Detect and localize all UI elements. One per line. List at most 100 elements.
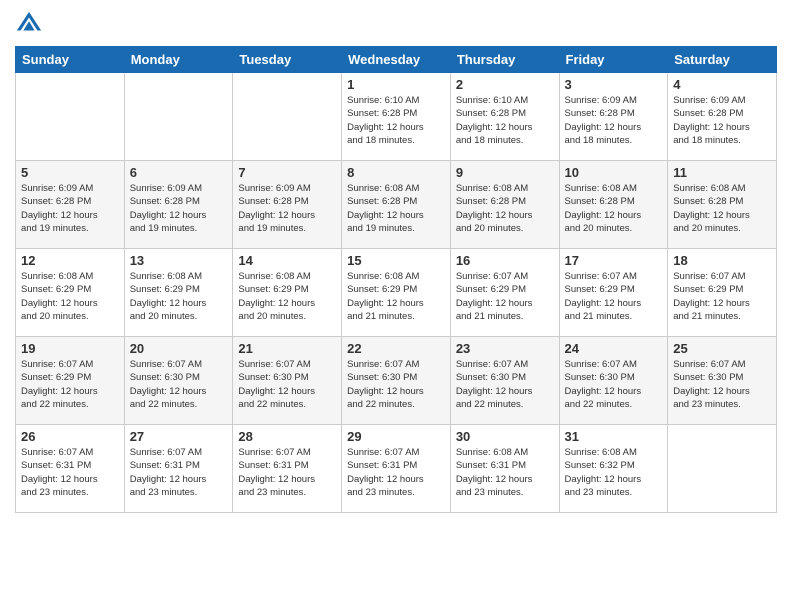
calendar-cell xyxy=(16,73,125,161)
calendar-cell: 6 Sunrise: 6:09 AM Sunset: 6:28 PM Daylig… xyxy=(124,161,233,249)
day-info: Sunrise: 6:08 AM Sunset: 6:28 PM Dayligh… xyxy=(673,182,771,235)
day-info: Sunrise: 6:09 AM Sunset: 6:28 PM Dayligh… xyxy=(565,94,663,147)
week-row-4: 19 Sunrise: 6:07 AM Sunset: 6:29 PM Dayli… xyxy=(16,337,777,425)
day-info: Sunrise: 6:07 AM Sunset: 6:30 PM Dayligh… xyxy=(673,358,771,411)
day-info: Sunrise: 6:08 AM Sunset: 6:32 PM Dayligh… xyxy=(565,446,663,499)
week-row-5: 26 Sunrise: 6:07 AM Sunset: 6:31 PM Dayli… xyxy=(16,425,777,513)
day-number: 15 xyxy=(347,253,445,268)
logo xyxy=(15,10,47,38)
day-number: 29 xyxy=(347,429,445,444)
calendar-cell: 22Sunrise: 6:07 AM Sunset: 6:30 PM Dayli… xyxy=(342,337,451,425)
day-number: 17 xyxy=(565,253,663,268)
day-number: 3 xyxy=(565,77,663,92)
calendar-cell: 8 Sunrise: 6:08 AM Sunset: 6:28 PM Daylig… xyxy=(342,161,451,249)
calendar-cell: 14 Sunrise: 6:08 AM Sunset: 6:29 PM Dayli… xyxy=(233,249,342,337)
day-info: Sunrise: 6:07 AM Sunset: 6:31 PM Dayligh… xyxy=(347,446,445,499)
weekday-tuesday: Tuesday xyxy=(233,47,342,73)
weekday-sunday: Sunday xyxy=(16,47,125,73)
calendar-cell: 10Sunrise: 6:08 AM Sunset: 6:28 PM Dayli… xyxy=(559,161,668,249)
calendar-cell: 25 Sunrise: 6:07 AM Sunset: 6:30 PM Dayli… xyxy=(668,337,777,425)
day-number: 12 xyxy=(21,253,119,268)
calendar-cell xyxy=(124,73,233,161)
day-number: 19 xyxy=(21,341,119,356)
day-info: Sunrise: 6:08 AM Sunset: 6:31 PM Dayligh… xyxy=(456,446,554,499)
calendar-cell: 19 Sunrise: 6:07 AM Sunset: 6:29 PM Dayli… xyxy=(16,337,125,425)
day-info: Sunrise: 6:09 AM Sunset: 6:28 PM Dayligh… xyxy=(238,182,336,235)
day-info: Sunrise: 6:07 AM Sunset: 6:31 PM Dayligh… xyxy=(130,446,228,499)
day-info: Sunrise: 6:08 AM Sunset: 6:28 PM Dayligh… xyxy=(347,182,445,235)
day-number: 21 xyxy=(238,341,336,356)
day-number: 4 xyxy=(673,77,771,92)
calendar-table: SundayMondayTuesdayWednesdayThursdayFrid… xyxy=(15,46,777,513)
day-number: 1 xyxy=(347,77,445,92)
day-number: 6 xyxy=(130,165,228,180)
week-row-1: 1 Sunrise: 6:10 AM Sunset: 6:28 PM Daylig… xyxy=(16,73,777,161)
day-info: Sunrise: 6:08 AM Sunset: 6:28 PM Dayligh… xyxy=(565,182,663,235)
weekday-saturday: Saturday xyxy=(668,47,777,73)
weekday-wednesday: Wednesday xyxy=(342,47,451,73)
weekday-thursday: Thursday xyxy=(450,47,559,73)
day-number: 14 xyxy=(238,253,336,268)
day-info: Sunrise: 6:07 AM Sunset: 6:30 PM Dayligh… xyxy=(456,358,554,411)
day-number: 16 xyxy=(456,253,554,268)
day-info: Sunrise: 6:07 AM Sunset: 6:29 PM Dayligh… xyxy=(673,270,771,323)
calendar-cell: 17 Sunrise: 6:07 AM Sunset: 6:29 PM Dayli… xyxy=(559,249,668,337)
calendar-cell: 16 Sunrise: 6:07 AM Sunset: 6:29 PM Dayli… xyxy=(450,249,559,337)
calendar-cell: 1 Sunrise: 6:10 AM Sunset: 6:28 PM Daylig… xyxy=(342,73,451,161)
calendar-cell: 3 Sunrise: 6:09 AM Sunset: 6:28 PM Daylig… xyxy=(559,73,668,161)
page: SundayMondayTuesdayWednesdayThursdayFrid… xyxy=(0,0,792,612)
day-number: 9 xyxy=(456,165,554,180)
day-info: Sunrise: 6:07 AM Sunset: 6:30 PM Dayligh… xyxy=(565,358,663,411)
day-info: Sunrise: 6:09 AM Sunset: 6:28 PM Dayligh… xyxy=(21,182,119,235)
calendar-cell: 30 Sunrise: 6:08 AM Sunset: 6:31 PM Dayli… xyxy=(450,425,559,513)
day-info: Sunrise: 6:08 AM Sunset: 6:29 PM Dayligh… xyxy=(238,270,336,323)
calendar-cell: 5 Sunrise: 6:09 AM Sunset: 6:28 PM Daylig… xyxy=(16,161,125,249)
header xyxy=(15,10,777,38)
day-info: Sunrise: 6:08 AM Sunset: 6:29 PM Dayligh… xyxy=(347,270,445,323)
weekday-header-row: SundayMondayTuesdayWednesdayThursdayFrid… xyxy=(16,47,777,73)
week-row-2: 5 Sunrise: 6:09 AM Sunset: 6:28 PM Daylig… xyxy=(16,161,777,249)
calendar-cell: 21 Sunrise: 6:07 AM Sunset: 6:30 PM Dayli… xyxy=(233,337,342,425)
day-info: Sunrise: 6:10 AM Sunset: 6:28 PM Dayligh… xyxy=(456,94,554,147)
day-number: 8 xyxy=(347,165,445,180)
calendar-cell: 7 Sunrise: 6:09 AM Sunset: 6:28 PM Daylig… xyxy=(233,161,342,249)
day-info: Sunrise: 6:07 AM Sunset: 6:29 PM Dayligh… xyxy=(21,358,119,411)
day-number: 24 xyxy=(565,341,663,356)
calendar-cell: 18 Sunrise: 6:07 AM Sunset: 6:29 PM Dayli… xyxy=(668,249,777,337)
day-number: 7 xyxy=(238,165,336,180)
day-info: Sunrise: 6:09 AM Sunset: 6:28 PM Dayligh… xyxy=(130,182,228,235)
calendar-cell: 2Sunrise: 6:10 AM Sunset: 6:28 PM Daylig… xyxy=(450,73,559,161)
calendar-cell xyxy=(668,425,777,513)
day-number: 20 xyxy=(130,341,228,356)
day-info: Sunrise: 6:07 AM Sunset: 6:30 PM Dayligh… xyxy=(238,358,336,411)
day-info: Sunrise: 6:07 AM Sunset: 6:29 PM Dayligh… xyxy=(456,270,554,323)
calendar-cell xyxy=(233,73,342,161)
day-info: Sunrise: 6:07 AM Sunset: 6:30 PM Dayligh… xyxy=(130,358,228,411)
weekday-friday: Friday xyxy=(559,47,668,73)
day-info: Sunrise: 6:07 AM Sunset: 6:30 PM Dayligh… xyxy=(347,358,445,411)
day-number: 28 xyxy=(238,429,336,444)
day-number: 23 xyxy=(456,341,554,356)
day-number: 26 xyxy=(21,429,119,444)
day-info: Sunrise: 6:07 AM Sunset: 6:29 PM Dayligh… xyxy=(565,270,663,323)
day-info: Sunrise: 6:09 AM Sunset: 6:28 PM Dayligh… xyxy=(673,94,771,147)
day-number: 5 xyxy=(21,165,119,180)
day-number: 31 xyxy=(565,429,663,444)
day-info: Sunrise: 6:08 AM Sunset: 6:28 PM Dayligh… xyxy=(456,182,554,235)
day-info: Sunrise: 6:10 AM Sunset: 6:28 PM Dayligh… xyxy=(347,94,445,147)
calendar-cell: 29 Sunrise: 6:07 AM Sunset: 6:31 PM Dayli… xyxy=(342,425,451,513)
day-number: 18 xyxy=(673,253,771,268)
calendar-cell: 20 Sunrise: 6:07 AM Sunset: 6:30 PM Dayli… xyxy=(124,337,233,425)
day-info: Sunrise: 6:08 AM Sunset: 6:29 PM Dayligh… xyxy=(21,270,119,323)
day-info: Sunrise: 6:07 AM Sunset: 6:31 PM Dayligh… xyxy=(21,446,119,499)
day-number: 30 xyxy=(456,429,554,444)
calendar-cell: 28Sunrise: 6:07 AM Sunset: 6:31 PM Dayli… xyxy=(233,425,342,513)
calendar-cell: 9 Sunrise: 6:08 AM Sunset: 6:28 PM Daylig… xyxy=(450,161,559,249)
calendar-cell: 31 Sunrise: 6:08 AM Sunset: 6:32 PM Dayli… xyxy=(559,425,668,513)
calendar-cell: 26 Sunrise: 6:07 AM Sunset: 6:31 PM Dayli… xyxy=(16,425,125,513)
day-number: 11 xyxy=(673,165,771,180)
calendar-cell: 23 Sunrise: 6:07 AM Sunset: 6:30 PM Dayli… xyxy=(450,337,559,425)
day-number: 25 xyxy=(673,341,771,356)
calendar-cell: 11 Sunrise: 6:08 AM Sunset: 6:28 PM Dayli… xyxy=(668,161,777,249)
calendar-cell: 12 Sunrise: 6:08 AM Sunset: 6:29 PM Dayli… xyxy=(16,249,125,337)
